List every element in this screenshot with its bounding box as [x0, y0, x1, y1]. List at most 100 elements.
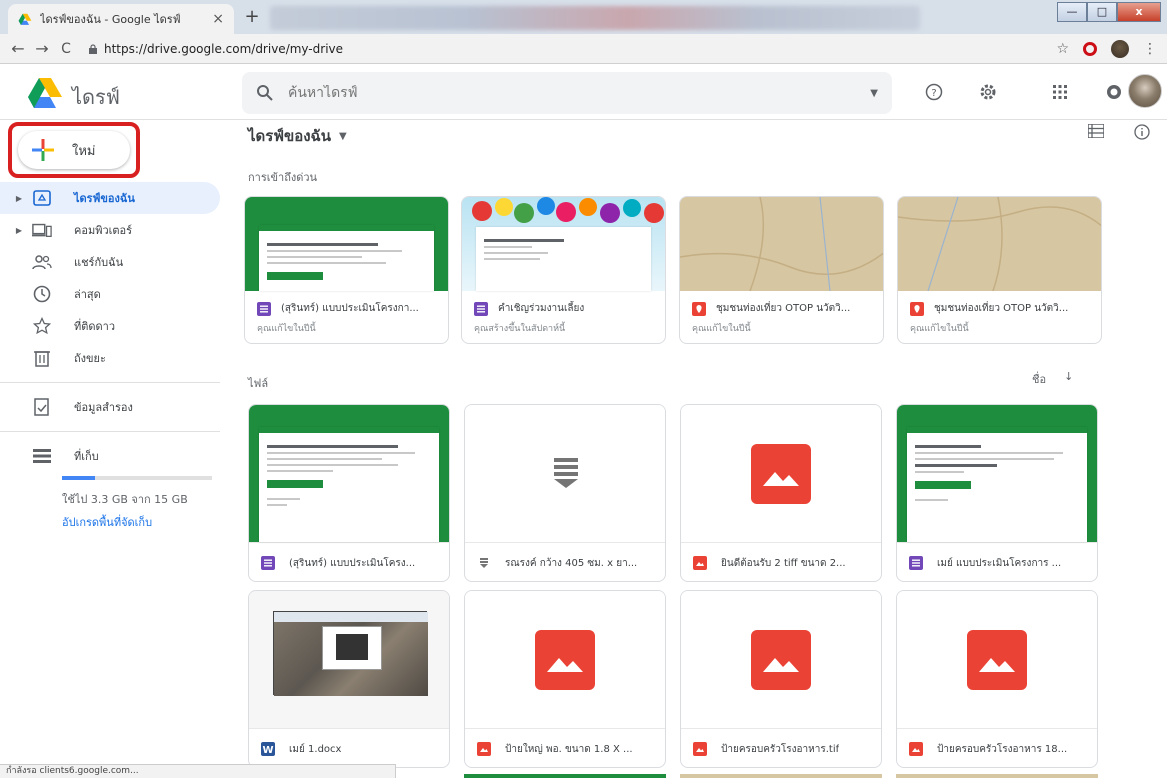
- account-avatar[interactable]: [1128, 74, 1162, 108]
- map-thumbnail: [680, 197, 883, 292]
- expand-arrow-icon[interactable]: ▶: [0, 194, 22, 203]
- search-input[interactable]: [288, 85, 871, 101]
- sort-label: ชื่อ: [1032, 373, 1047, 386]
- file-card[interactable]: ป้ายครอบครัวโรงอาหาร.tif: [680, 590, 882, 768]
- search-icon[interactable]: [256, 84, 274, 102]
- drive-logo-icon[interactable]: [28, 78, 62, 108]
- sort-direction-arrow-icon[interactable]: ↓: [1064, 370, 1073, 388]
- my-drive-title-dropdown[interactable]: ไดรฟ์ของฉัน ▼: [248, 124, 347, 148]
- browser-tab-active[interactable]: ไดรฟ์ของฉัน - Google ไดรฟ์ ×: [8, 4, 234, 34]
- lock-icon: [89, 43, 97, 54]
- sort-control[interactable]: ชื่อ ↓: [1032, 370, 1073, 388]
- search-bar[interactable]: ▼: [242, 72, 892, 114]
- quick-access-card[interactable]: ชุมชนท่องเที่ยว OTOP นวัตวิ... คุณแก้ไขใ…: [679, 196, 884, 344]
- window-minimize-button[interactable]: —: [1057, 2, 1087, 22]
- files-heading: ไฟล์: [248, 377, 269, 390]
- map-pin-icon: [692, 301, 706, 316]
- file-name: ป้ายครอบครัวโรงอาหาร.tif: [721, 743, 840, 755]
- image-file-icon: [477, 742, 491, 756]
- quick-access-card[interactable]: คำเชิญร่วมงานเลี้ยง คุณสร้างขึ้นในสัปดาห…: [461, 196, 666, 344]
- reload-button[interactable]: C: [54, 41, 78, 57]
- file-card[interactable]: ป้ายครอบครัวโรงอาหาร 18...: [896, 590, 1098, 768]
- file-card[interactable]: ยินดีต้อนรับ 2 tiff ขนาด 2...: [680, 404, 882, 582]
- settings-gear-icon[interactable]: [974, 78, 1002, 106]
- new-tab-button[interactable]: +: [240, 8, 264, 28]
- backup-icon: [32, 397, 52, 417]
- form-icon: [909, 556, 923, 570]
- file-card[interactable]: ป้ายใหญ่ พอ. ขนาด 1.8 X ...: [464, 590, 666, 768]
- sidebar-item-recent[interactable]: ▶ ล่าสุด: [0, 278, 220, 310]
- form-icon: [474, 301, 488, 316]
- sidebar-item-starred[interactable]: ▶ ที่ติดดาว: [0, 310, 220, 342]
- list-view-icon[interactable]: [1088, 124, 1104, 138]
- storage-used-text: ใช้ไป 3.3 GB จาก 15 GB: [62, 493, 188, 506]
- file-card[interactable]: รณรงค์ กว้าง 405 ซม. x ยา...: [464, 404, 666, 582]
- upgrade-storage-link[interactable]: อัปเกรดพื้นที่จัดเก็บ: [62, 513, 220, 531]
- form-icon: [261, 556, 275, 570]
- word-doc-icon: W: [261, 742, 275, 756]
- file-name: (สุรินทร์) แบบประเมินโครง...: [289, 557, 416, 569]
- profile-avatar-icon[interactable]: [1111, 39, 1129, 58]
- new-button-label: ใหม่: [72, 143, 96, 159]
- sidebar-item-computers[interactable]: ▶ คอมพิวเตอร์: [0, 214, 220, 246]
- page-title: ไดรฟ์ของฉัน: [248, 127, 332, 145]
- sidebar-item-shared[interactable]: ▶ แชร์กับฉัน: [0, 246, 220, 278]
- sidebar: ใหม่ ▶ ไดรฟ์ของฉัน ▶ คอมพิวเตอร์ ▶ แชร์ก…: [0, 120, 232, 770]
- quick-access-name: คำเชิญร่วมงานเลี้ยง: [498, 303, 585, 314]
- extension-o-icon[interactable]: [1083, 41, 1097, 56]
- shared-icon: [32, 252, 52, 272]
- image-file-icon: [693, 556, 707, 570]
- file-card[interactable]: เมย์ แบบประเมินโครงการ ...: [896, 404, 1098, 582]
- trash-icon: [32, 348, 52, 368]
- file-card[interactable]: W เมย์ 1.docx: [248, 590, 450, 768]
- image-thumbnail: [681, 405, 881, 542]
- notifications-icon[interactable]: [1100, 78, 1128, 106]
- header-actions: ?: [920, 78, 1154, 106]
- sidebar-divider: [0, 431, 220, 432]
- browser-menu-icon[interactable]: ⋮: [1143, 41, 1157, 57]
- storage-progress-bar: [62, 476, 212, 480]
- form-thumbnail: [249, 405, 449, 542]
- archive-file-small-icon: [480, 558, 488, 568]
- tab-close-button[interactable]: ×: [212, 11, 224, 27]
- screenshot-preview: [273, 611, 428, 696]
- info-icon[interactable]: [1134, 124, 1150, 140]
- sidebar-item-label: ข้อมูลสำรอง: [74, 401, 133, 414]
- expand-arrow-icon[interactable]: ▶: [0, 226, 22, 235]
- docx-thumbnail: [249, 591, 449, 728]
- apps-grid-icon[interactable]: [1046, 78, 1074, 106]
- url-text: https://drive.google.com/drive/my-drive: [104, 41, 344, 56]
- quick-access-subtitle: คุณแก้ไขในปีนี้: [257, 324, 316, 334]
- quick-access-name: (สุรินทร์) แบบประเมินโครงกา...: [281, 303, 419, 314]
- next-row-peek: [680, 774, 882, 778]
- sidebar-item-label: ที่ติดดาว: [74, 320, 116, 333]
- window-maximize-button[interactable]: □: [1087, 2, 1117, 22]
- search-options-caret-icon[interactable]: ▼: [870, 88, 878, 99]
- view-actions: [1088, 124, 1150, 140]
- image-icon: [751, 629, 811, 690]
- image-thumbnail: [897, 591, 1097, 728]
- image-icon: [967, 629, 1027, 690]
- next-row-peek: [896, 774, 1098, 778]
- other-tabs-blurred: [270, 6, 920, 30]
- sidebar-item-my-drive[interactable]: ▶ ไดรฟ์ของฉัน: [0, 182, 220, 214]
- map-thumbnail: [898, 197, 1101, 292]
- back-button[interactable]: ←: [6, 39, 30, 58]
- forward-button[interactable]: →: [30, 39, 54, 58]
- window-close-button[interactable]: x: [1117, 2, 1161, 22]
- drive-app-title[interactable]: ไดรฟ์: [72, 81, 120, 113]
- file-card[interactable]: (สุรินทร์) แบบประเมินโครง...: [248, 404, 450, 582]
- quick-access-card[interactable]: (สุรินทร์) แบบประเมินโครงกา... คุณแก้ไขใ…: [244, 196, 449, 344]
- quick-access-subtitle: คุณแก้ไขในปีนี้: [910, 324, 969, 334]
- url-field[interactable]: https://drive.google.com/drive/my-drive: [88, 37, 1056, 61]
- sidebar-item-trash[interactable]: ▶ ถังขยะ: [0, 342, 220, 374]
- sidebar-item-storage[interactable]: ▶ ที่เก็บ: [0, 440, 220, 472]
- quick-access-card[interactable]: ชุมชนท่องเที่ยว OTOP นวัตวิ... คุณแก้ไขใ…: [897, 196, 1102, 344]
- main-content: ไดรฟ์ของฉัน ▼ การเข้าถึงด่วน (สุรินทร์) …: [232, 120, 1167, 778]
- help-icon[interactable]: ?: [920, 78, 948, 106]
- sidebar-nav: ▶ ไดรฟ์ของฉัน ▶ คอมพิวเตอร์ ▶ แชร์กับฉัน…: [0, 182, 220, 531]
- sidebar-item-backups[interactable]: ▶ ข้อมูลสำรอง: [0, 391, 220, 423]
- svg-text:?: ?: [931, 88, 936, 99]
- new-button[interactable]: ใหม่: [18, 131, 130, 169]
- bookmark-star-icon[interactable]: ☆: [1056, 41, 1069, 57]
